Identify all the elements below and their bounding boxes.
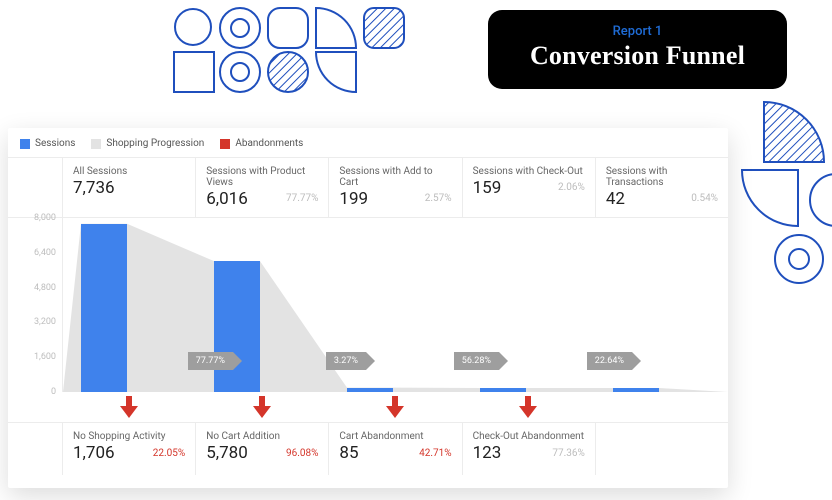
bar-sessions [613, 388, 659, 392]
legend-label: Abandonments [235, 138, 303, 149]
deco-square [172, 50, 216, 94]
dropoff-arrow [195, 392, 328, 422]
stage-all-sessions[interactable]: All Sessions 7,736 [62, 158, 195, 217]
deco-circle-partial [800, 170, 832, 230]
dropoff-label: No Cart Addition [206, 431, 318, 442]
stage-label: Sessions with Product Views [206, 166, 318, 188]
legend-swatch-abandonments [220, 139, 230, 149]
legend-swatch-progression [91, 139, 101, 149]
stage-pct: 2.06% [558, 182, 585, 193]
stage-checkout[interactable]: Sessions with Check-Out 159 2.06% [462, 158, 595, 217]
deco-donut-3 [772, 232, 826, 286]
dropoff-value: 5,780 [206, 443, 248, 463]
legend-swatch-sessions [20, 139, 30, 149]
legend-label: Sessions [35, 138, 75, 149]
stage-add-to-cart[interactable]: Sessions with Add to Cart 199 2.57% [328, 158, 461, 217]
dropoff-value: 85 [339, 443, 358, 463]
deco-circle-outline [172, 6, 214, 48]
stage-label: Sessions with Add to Cart [339, 166, 451, 188]
dropoff-arrow [462, 392, 595, 422]
dropoff-pct: 22.05% [153, 448, 185, 459]
dropoff-checkout-abandon[interactable]: Check-Out Abandonment 123 77.36% [462, 423, 595, 475]
report-title: Conversion Funnel [530, 41, 745, 71]
legend-label: Shopping Progression [106, 138, 204, 149]
dropoff-arrow [328, 392, 461, 422]
dropoff-arrows-row [8, 392, 728, 422]
dropoff-no-shopping[interactable]: No Shopping Activity 1,706 22.05% [62, 423, 195, 475]
flow-arrow-0: 77.77% [188, 352, 233, 370]
funnel-stages-row: All Sessions 7,736 Sessions with Product… [8, 157, 728, 218]
bar-sessions [81, 224, 127, 392]
arrow-down-icon [253, 396, 271, 418]
stage-pct: 0.54% [691, 193, 718, 204]
bar-sessions [347, 388, 393, 392]
deco-hatched-leaf [762, 100, 826, 164]
stage-transactions[interactable]: Sessions with Transactions 42 0.54% [595, 158, 728, 217]
arrow-down-icon [519, 396, 537, 418]
dropoff-value: 123 [473, 443, 502, 463]
dropoff-cart-abandon[interactable]: Cart Abandonment 85 42.71% [328, 423, 461, 475]
plot-area: 77.77% 3.27% 56.28% 22.64% [62, 218, 728, 392]
chart-legend: Sessions Shopping Progression Abandonmen… [8, 138, 728, 157]
arrow-down-icon [386, 396, 404, 418]
stage-pct: 2.57% [425, 193, 452, 204]
flow-arrow-2: 56.28% [454, 352, 499, 370]
legend-abandonments: Abandonments [220, 138, 303, 149]
deco-donut [218, 6, 262, 50]
report-subtitle: Report 1 [530, 24, 745, 39]
dropoff-arrow [62, 392, 195, 422]
report-header: Report 1 Conversion Funnel [488, 10, 787, 89]
legend-progression: Shopping Progression [91, 138, 204, 149]
stage-product-views[interactable]: Sessions with Product Views 6,016 77.77% [195, 158, 328, 217]
funnel-report-card: Sessions Shopping Progression Abandonmen… [8, 128, 728, 488]
deco-leaf-2 [314, 50, 358, 94]
dropoff-pct: 96.08% [286, 448, 318, 459]
deco-rounded-square [266, 6, 310, 50]
stage-label: Sessions with Check-Out [473, 166, 585, 177]
dropoff-label: Check-Out Abandonment [473, 431, 585, 442]
dropoff-label: No Shopping Activity [73, 431, 185, 442]
stage-pct: 77.77% [286, 193, 318, 204]
deco-donut-2 [218, 50, 262, 94]
bar-sessions [480, 388, 526, 392]
stage-label: All Sessions [73, 166, 185, 177]
dropoff-pct: 77.36% [552, 448, 584, 459]
stage-value: 7,736 [73, 178, 185, 198]
deco-hatched-square [362, 6, 406, 50]
dropoff-no-cart[interactable]: No Cart Addition 5,780 96.08% [195, 423, 328, 475]
dropoff-pct: 42.71% [419, 448, 451, 459]
dropoff-row: No Shopping Activity 1,706 22.05% No Car… [8, 422, 728, 475]
bar-col-0: 77.77% [63, 218, 196, 392]
flow-arrow-1: 3.27% [326, 352, 366, 370]
dropoff-label: Cart Abandonment [339, 431, 451, 442]
bar-sessions [214, 261, 260, 392]
y-axis: 8,0006,4004,8003,2001,6000 [8, 218, 62, 392]
deco-hatched-circle [266, 50, 310, 94]
dropoff-value: 1,706 [73, 443, 115, 463]
flow-arrow-3: 22.64% [587, 352, 632, 370]
deco-leaf [314, 6, 358, 50]
funnel-chart: 8,0006,4004,8003,2001,6000 77.77% 3.27% … [8, 218, 728, 392]
stage-label: Sessions with Transactions [606, 166, 718, 188]
legend-sessions: Sessions [20, 138, 75, 149]
arrow-down-icon [120, 396, 138, 418]
deco-leaf-3 [740, 168, 800, 228]
